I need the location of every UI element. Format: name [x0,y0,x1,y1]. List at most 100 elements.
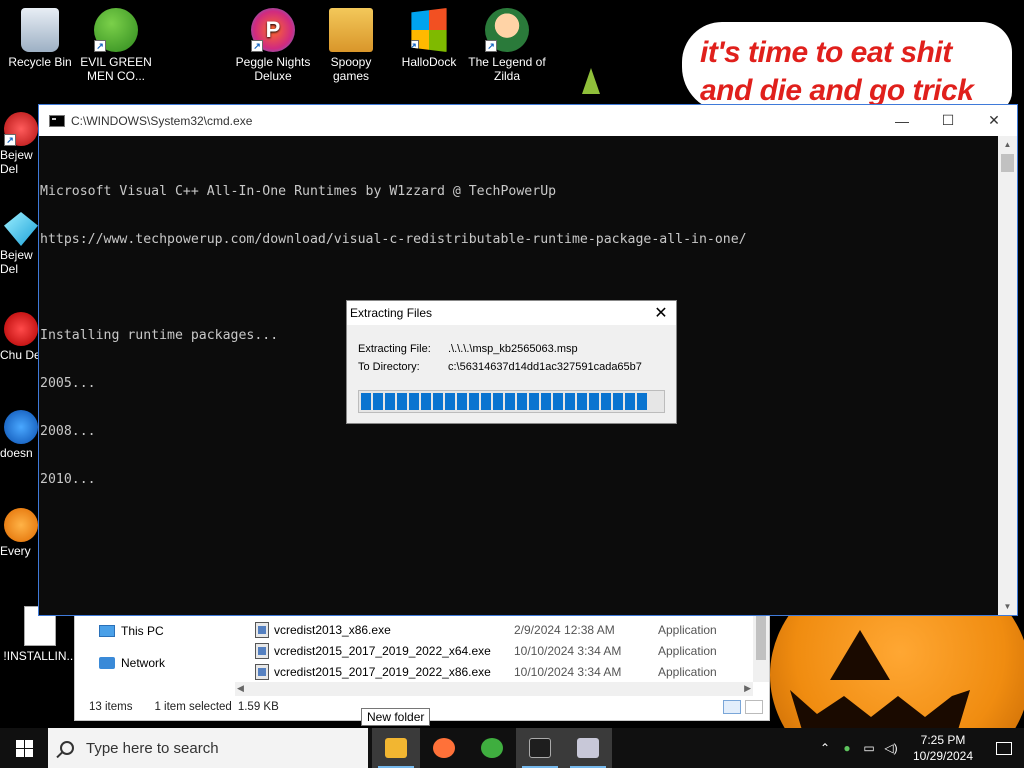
file-type: Application [658,665,717,679]
file-row[interactable]: vcredist2013_x86.exe 2/9/2024 12:38 AM A… [255,622,758,638]
progress-segment [409,393,419,410]
taskbar-app-evil-green-men[interactable] [468,728,516,768]
progress-segment [517,393,527,410]
extracting-file-row: Extracting File: .\.\.\.\msp_kb2565063.m… [358,343,578,355]
desktop-icon-evil-green-men[interactable]: ↗ EVIL GREEN MEN CO... [76,8,156,83]
extracting-files-dialog[interactable]: Extracting Files ✕ Extracting File: .\.\… [346,300,677,424]
shortcut-arrow-icon: ↗ [94,40,106,52]
nav-item-this-pc[interactable]: This PC [99,624,164,638]
tooltip: New folder [361,708,431,726]
progress-segment [469,393,479,410]
progress-segment [601,393,611,410]
clock[interactable]: 7:25 PM 10/29/2024 [902,732,984,764]
to-directory-label: To Directory: [358,361,420,373]
scroll-left-icon[interactable]: ◀ [237,683,244,694]
dialog-title: Extracting Files [350,306,433,320]
search-icon [60,741,74,755]
file-date: 2/9/2024 12:38 AM [514,623,615,637]
file-date: 10/10/2024 3:34 AM [514,644,622,658]
firefox-icon [433,738,455,758]
extracting-file-label: Extracting File: [358,343,431,355]
file-row[interactable]: vcredist2015_2017_2019_2022_x86.exe 10/1… [255,664,758,680]
taskbar-app-firefox[interactable] [420,728,468,768]
this-pc-icon [99,625,115,637]
installer-icon [577,738,599,758]
bejeweled-gem-icon [4,212,38,246]
installer-file-icon [255,643,269,659]
search-placeholder: Type here to search [86,739,219,757]
nav-item-network[interactable]: Network [99,656,165,670]
zelda-icon: ↗ [485,8,529,52]
file-date: 10/10/2024 3:34 AM [514,665,622,679]
desktop-icon-spoopy-games[interactable]: Spoopy games [311,8,391,83]
progress-segment [505,393,515,410]
cmd-scrollbar[interactable]: ▲ ▼ [998,136,1017,615]
scroll-down-icon[interactable]: ▼ [998,598,1017,615]
console-line: https://www.techpowerup.com/download/vis… [40,232,747,247]
progress-segment [589,393,599,410]
network-status-icon[interactable]: ▭ [858,741,880,755]
dialog-titlebar[interactable]: Extracting Files ✕ [347,301,676,325]
file-name: vcredist2015_2017_2019_2022_x64.exe [274,644,491,658]
desktop-icon-label: HalloDock [401,55,457,69]
desktop-icon-recycle-bin[interactable]: Recycle Bin [0,8,80,69]
close-icon[interactable]: ✕ [646,303,676,323]
speech-line-1: it's time to eat shit [700,36,952,69]
large-icons-view-icon[interactable] [745,700,763,714]
status-item-count: 13 items [89,701,133,713]
taskbar-app-file-explorer[interactable] [372,728,420,768]
file-explorer-window: This PC Network vcredist2013_x86.exe 2/9… [74,616,770,721]
explorer-status-bar: 13 items 1 item selected 1.59 KB [89,701,279,713]
console-line: Microsoft Visual C++ All-In-One Runtimes… [40,184,557,199]
progress-segment [433,393,443,410]
folder-icon [329,8,373,52]
start-button[interactable] [0,728,48,768]
notification-center-icon[interactable] [984,741,1024,755]
taskbar-app-installer[interactable] [564,728,612,768]
clock-time: 7:25 PM [920,733,966,747]
progress-segment [373,393,383,410]
desktop-icon-label: Every [0,544,31,558]
details-view-icon[interactable] [723,700,741,714]
desktop-icon-label: The Legend of Zilda [468,55,546,83]
maximize-button[interactable]: ☐ [925,105,971,136]
desktop-icon-label: Bejew Del [0,248,33,276]
extract-progress-bar [358,390,665,413]
cmd-titlebar[interactable]: C:\WINDOWS\System32\cmd.exe — ☐ ✕ [39,105,1017,136]
taskbar-search-box[interactable]: Type here to search [48,728,368,768]
progress-segment [421,393,431,410]
close-button[interactable]: ✕ [971,105,1017,136]
progress-segment [385,393,395,410]
scrollbar-thumb[interactable] [756,616,766,660]
file-row[interactable]: vcredist2015_2017_2019_2022_x64.exe 10/1… [255,643,758,659]
cmd-title: C:\WINDOWS\System32\cmd.exe [71,113,253,128]
progress-segment [553,393,563,410]
desktop-icon-legend-of-zilda[interactable]: ↗ The Legend of Zilda [467,8,547,83]
windows-start-icon [15,739,33,757]
taskbar-app-command-prompt[interactable] [516,728,564,768]
file-type: Application [658,644,717,658]
scrollbar-thumb[interactable] [1001,154,1014,172]
scroll-up-icon[interactable]: ▲ [998,136,1017,153]
explorer-horizontal-scrollbar[interactable]: ◀ ▶ [235,682,753,696]
everything-icon [4,508,38,542]
peggle-icon: P ↗ [251,8,295,52]
gnome-sprite [582,68,600,94]
minimize-button[interactable]: — [879,105,925,136]
chevron-up-icon[interactable]: ⌃ [814,741,836,755]
desktop-icon-peggle[interactable]: P ↗ Peggle Nights Deluxe [233,8,313,83]
desktop-icon-label: doesn [0,446,33,460]
scroll-right-icon[interactable]: ▶ [744,683,751,694]
desktop-icon-label: Spoopy games [330,55,372,83]
explorer-vertical-scrollbar[interactable] [753,616,769,682]
desktop: it's time to eat shit and die and go tri… [0,0,1024,728]
desktop-icon-hallodock[interactable]: ↗ HalloDock [389,8,469,69]
chuzzle-icon [4,312,38,346]
progress-segment [613,393,623,410]
to-directory-row: To Directory: c:\56314637d14dd1ac327591c… [358,361,642,373]
volume-icon[interactable]: ◁) [880,741,902,755]
progress-segment [397,393,407,410]
pumpkin-mouth [790,690,970,728]
people-icon[interactable]: ● [836,741,858,755]
